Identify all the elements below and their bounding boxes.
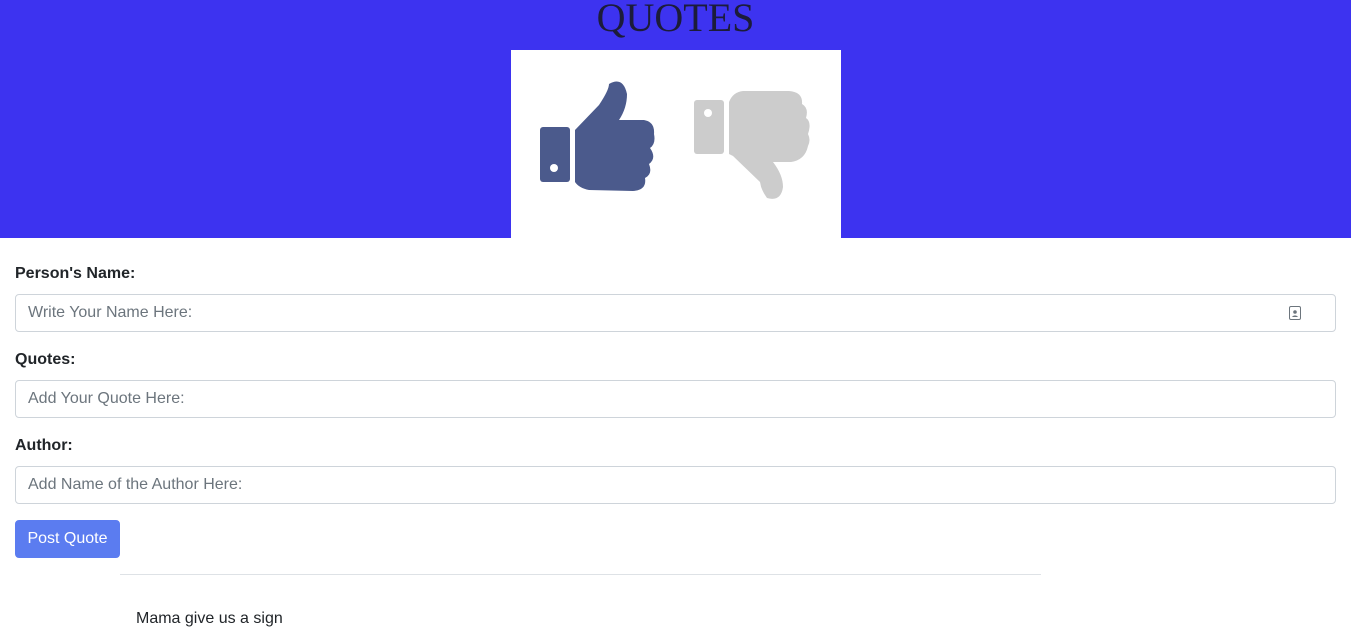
name-label: Person's Name: bbox=[15, 265, 136, 282]
thumbs-image bbox=[511, 50, 841, 238]
quote-input[interactable] bbox=[15, 380, 1336, 418]
quote-text: Mama give us a sign bbox=[136, 610, 283, 627]
thumbs-up-icon bbox=[540, 81, 655, 191]
page-title: QUOTES bbox=[596, 0, 755, 40]
name-input[interactable] bbox=[15, 294, 1336, 332]
post-quote-button[interactable]: Post Quote bbox=[15, 520, 120, 558]
thumbs-down-icon bbox=[694, 91, 810, 199]
author-label: Author: bbox=[15, 437, 73, 454]
divider bbox=[120, 574, 1041, 575]
header: QUOTES bbox=[0, 0, 1351, 238]
quote-label: Quotes: bbox=[15, 351, 76, 368]
contact-card-icon[interactable] bbox=[1289, 306, 1301, 320]
author-input[interactable] bbox=[15, 466, 1336, 504]
